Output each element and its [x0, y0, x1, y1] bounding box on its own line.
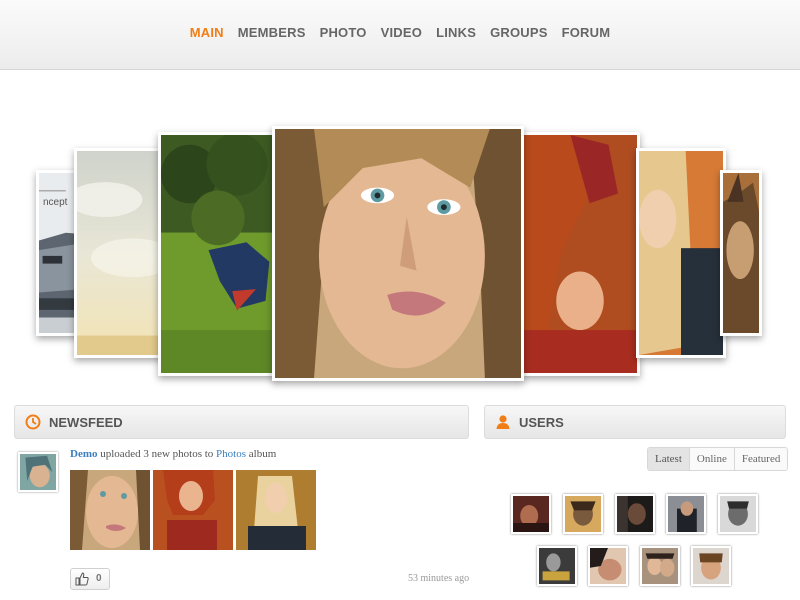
nav-forum[interactable]: FORUM	[562, 25, 611, 40]
user-avatar[interactable]	[666, 494, 706, 534]
post-suffix-text: album	[246, 448, 277, 460]
photo-coverflow-slider: ncept	[0, 120, 800, 395]
tab-latest[interactable]: Latest	[648, 448, 689, 470]
user-avatar[interactable]	[640, 546, 680, 586]
users-filter-tabs: Latest Online Featured	[647, 447, 789, 471]
users-header: USERS	[484, 405, 786, 439]
user-avatar[interactable]	[511, 494, 551, 534]
nav-members[interactable]: MEMBERS	[238, 25, 306, 40]
user-avatar[interactable]	[537, 546, 577, 586]
clock-icon	[25, 414, 41, 430]
newsfeed-title: NEWSFEED	[49, 415, 123, 430]
user-avatar[interactable]	[718, 494, 758, 534]
slide-blonde[interactable]	[636, 148, 726, 358]
slide-active-portrait[interactable]	[272, 126, 524, 381]
thumbs-up-icon	[75, 572, 89, 586]
slide-cat[interactable]	[720, 170, 762, 336]
post-timestamp: 53 minutes ago	[408, 573, 470, 584]
user-icon	[496, 415, 510, 429]
slide-clouds[interactable]	[74, 148, 164, 358]
like-button[interactable]: 0	[70, 568, 110, 590]
slide-redhead[interactable]	[520, 132, 640, 376]
feed-photo-thumb[interactable]	[70, 470, 150, 550]
feed-post-text: Demo uploaded 3 new photos to Photos alb…	[70, 448, 276, 460]
feed-photo-thumb[interactable]	[153, 470, 233, 550]
nav-links[interactable]: LINKS	[436, 25, 476, 40]
post-author-link[interactable]: Demo	[70, 448, 98, 460]
nav-photo[interactable]: PHOTO	[320, 25, 367, 40]
top-navigation-bar: MAIN MEMBERS PHOTO VIDEO LINKS GROUPS FO…	[0, 0, 800, 70]
user-avatar[interactable]	[615, 494, 655, 534]
nav-main[interactable]: MAIN	[190, 25, 224, 40]
slide-caption: ncept	[43, 197, 68, 208]
users-title: USERS	[519, 415, 564, 430]
avatar[interactable]	[18, 452, 58, 492]
slide-bird[interactable]	[158, 132, 278, 376]
main-menu: MAIN MEMBERS PHOTO VIDEO LINKS GROUPS FO…	[0, 25, 800, 40]
newsfeed-header: NEWSFEED	[14, 405, 469, 439]
nav-video[interactable]: VIDEO	[381, 25, 422, 40]
nav-groups[interactable]: GROUPS	[490, 25, 548, 40]
tab-featured[interactable]: Featured	[733, 448, 787, 470]
user-avatar[interactable]	[691, 546, 731, 586]
post-action-text: uploaded 3 new photos to	[97, 448, 217, 460]
tab-online[interactable]: Online	[688, 448, 734, 470]
user-avatar[interactable]	[588, 546, 628, 586]
like-count: 0	[96, 573, 102, 584]
feed-photo-thumb[interactable]	[236, 470, 316, 550]
user-avatar[interactable]	[563, 494, 603, 534]
album-link[interactable]: Photos	[216, 448, 246, 460]
